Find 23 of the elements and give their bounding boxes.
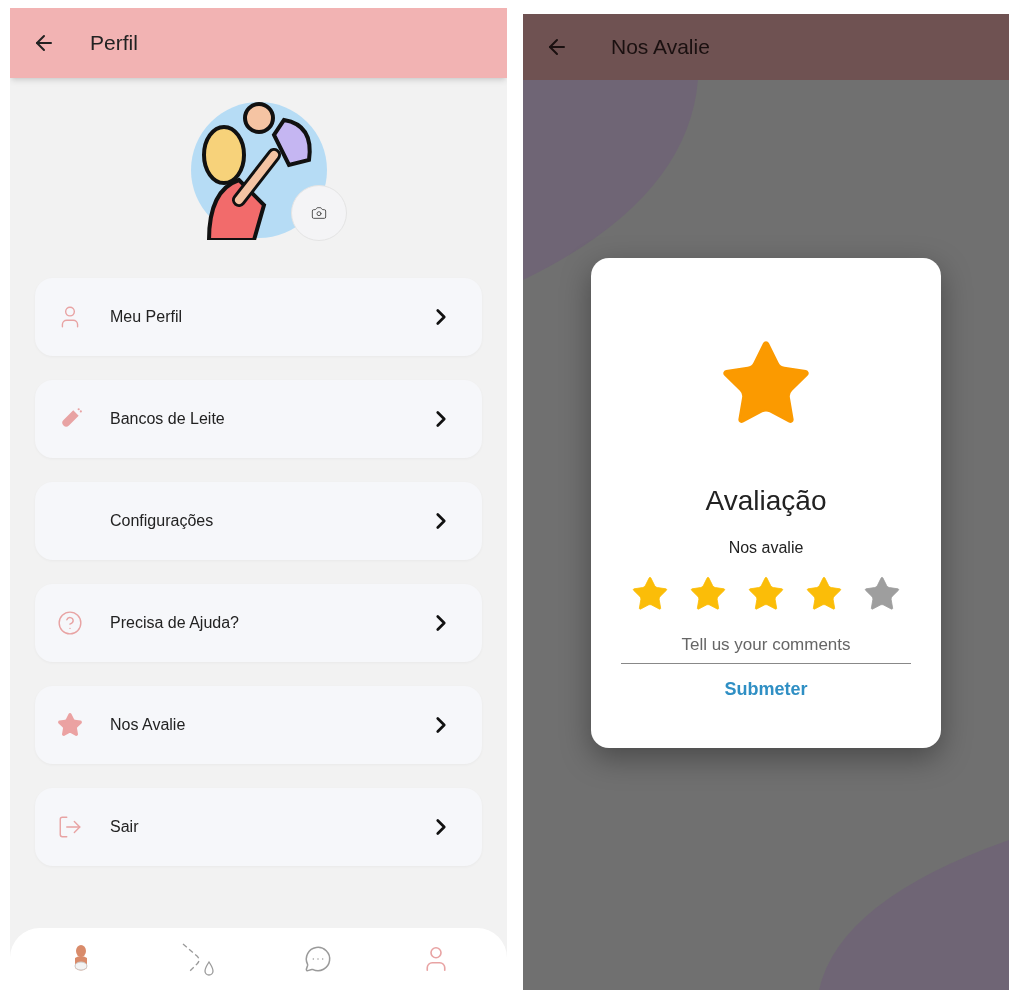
menu-label: Nos Avalie	[110, 715, 187, 735]
dialog-subtitle: Nos avalie	[728, 538, 804, 558]
menu-item[interactable]: Bancos de Leite	[35, 380, 482, 458]
comment-field[interactable]: Tell us your comments	[621, 626, 911, 664]
screen-title: Perfil	[90, 30, 138, 57]
menu-item[interactable]: Meu Perfil	[35, 278, 482, 356]
menu-label: Sair	[110, 817, 140, 837]
menu-label: Configurações	[110, 511, 215, 531]
menu-item[interactable]: Nos Avalie	[35, 686, 482, 764]
screen-title: Nos Avalie	[611, 34, 710, 61]
menu-label: Meu Perfil	[110, 307, 184, 327]
logout-icon	[57, 814, 83, 840]
star-icon	[57, 712, 83, 738]
menu-label: Bancos de Leite	[110, 409, 226, 429]
menu-label: Precisa de Ajuda?	[110, 613, 240, 633]
help-icon	[57, 610, 83, 636]
menu-item[interactable]: Precisa de Ajuda?	[35, 584, 482, 662]
menu-item[interactable]: Sair	[35, 788, 482, 866]
dialog-title: Avaliação	[705, 484, 827, 518]
chat-icon[interactable]	[303, 945, 332, 973]
submit-button[interactable]: Submeter	[724, 676, 808, 703]
menu-item[interactable]: Configurações	[35, 482, 482, 560]
camera-icon	[310, 205, 327, 221]
